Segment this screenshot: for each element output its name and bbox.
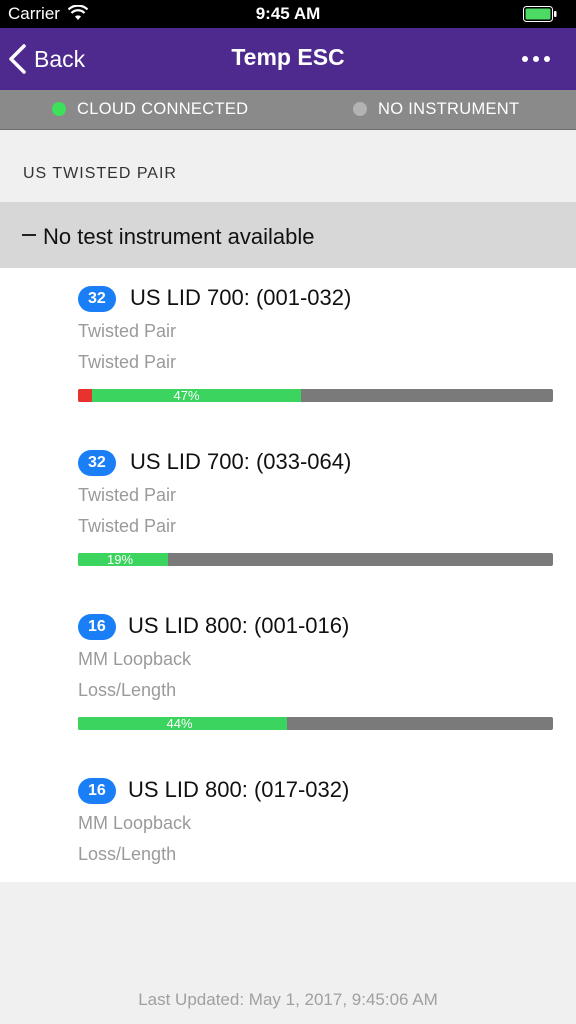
list-item[interactable]: 16 US LID 800: (001-016) MM Loopback Los… (0, 596, 576, 760)
item-title: US LID 800: (017-032) (128, 777, 350, 802)
section-header: US TWISTED PAIR (23, 165, 177, 182)
progress-fail-segment (78, 389, 92, 402)
list-item[interactable]: 32 US LID 700: (001-032) Twisted Pair Tw… (0, 268, 576, 432)
status-bar: Carrier 9:45 AM (0, 0, 576, 28)
instrument-status-label: NO INSTRUMENT (378, 100, 520, 118)
cloud-status-dot (52, 102, 66, 116)
item-subtitle: Loss/Length (78, 680, 177, 700)
connection-status-bar: CLOUD CONNECTED NO INSTRUMENT (0, 90, 576, 130)
item-subtitle: MM Loopback (78, 649, 192, 669)
group-label: No test instrument available (43, 224, 315, 249)
count-badge: 16 (78, 778, 116, 804)
list-item[interactable]: 32 US LID 700: (033-064) Twisted Pair Tw… (0, 432, 576, 596)
progress-percent: 44% (166, 717, 193, 730)
progress-bar: 44% (78, 717, 553, 730)
instrument-group-header[interactable]: No test instrument available (0, 202, 576, 268)
item-subtitle: MM Loopback (78, 813, 192, 833)
item-subtitle: Twisted Pair (78, 352, 177, 372)
item-subtitle: Twisted Pair (78, 485, 177, 505)
test-list: 32 US LID 700: (001-032) Twisted Pair Tw… (0, 268, 576, 882)
more-options-icon[interactable] (518, 50, 554, 68)
item-subtitle: Twisted Pair (78, 516, 177, 536)
collapse-icon (22, 234, 36, 236)
last-updated-label: Last Updated: May 1, 2017, 9:45:06 AM (138, 990, 438, 1009)
progress-percent: 19% (107, 553, 134, 566)
progress-bar: 47% (78, 389, 553, 402)
count-badge: 32 (78, 286, 116, 312)
navigation-bar: Back Temp ESC (0, 28, 576, 90)
count-badge: 32 (78, 450, 116, 476)
count-badge: 16 (78, 614, 116, 640)
item-title: US LID 800: (001-016) (128, 613, 350, 638)
item-title: US LID 700: (033-064) (130, 449, 352, 474)
item-subtitle: Twisted Pair (78, 321, 177, 341)
progress-percent: 47% (173, 389, 200, 402)
battery-icon (523, 6, 557, 22)
page-title: Temp ESC (231, 44, 345, 70)
clock: 9:45 AM (255, 4, 321, 23)
cloud-status-label: CLOUD CONNECTED (77, 100, 249, 118)
item-title: US LID 700: (001-032) (130, 285, 352, 310)
progress-bar: 19% (78, 553, 553, 566)
item-subtitle: Loss/Length (78, 844, 177, 864)
list-item[interactable]: 16 US LID 800: (017-032) MM Loopback Los… (0, 760, 576, 882)
instrument-status-dot (353, 102, 367, 116)
